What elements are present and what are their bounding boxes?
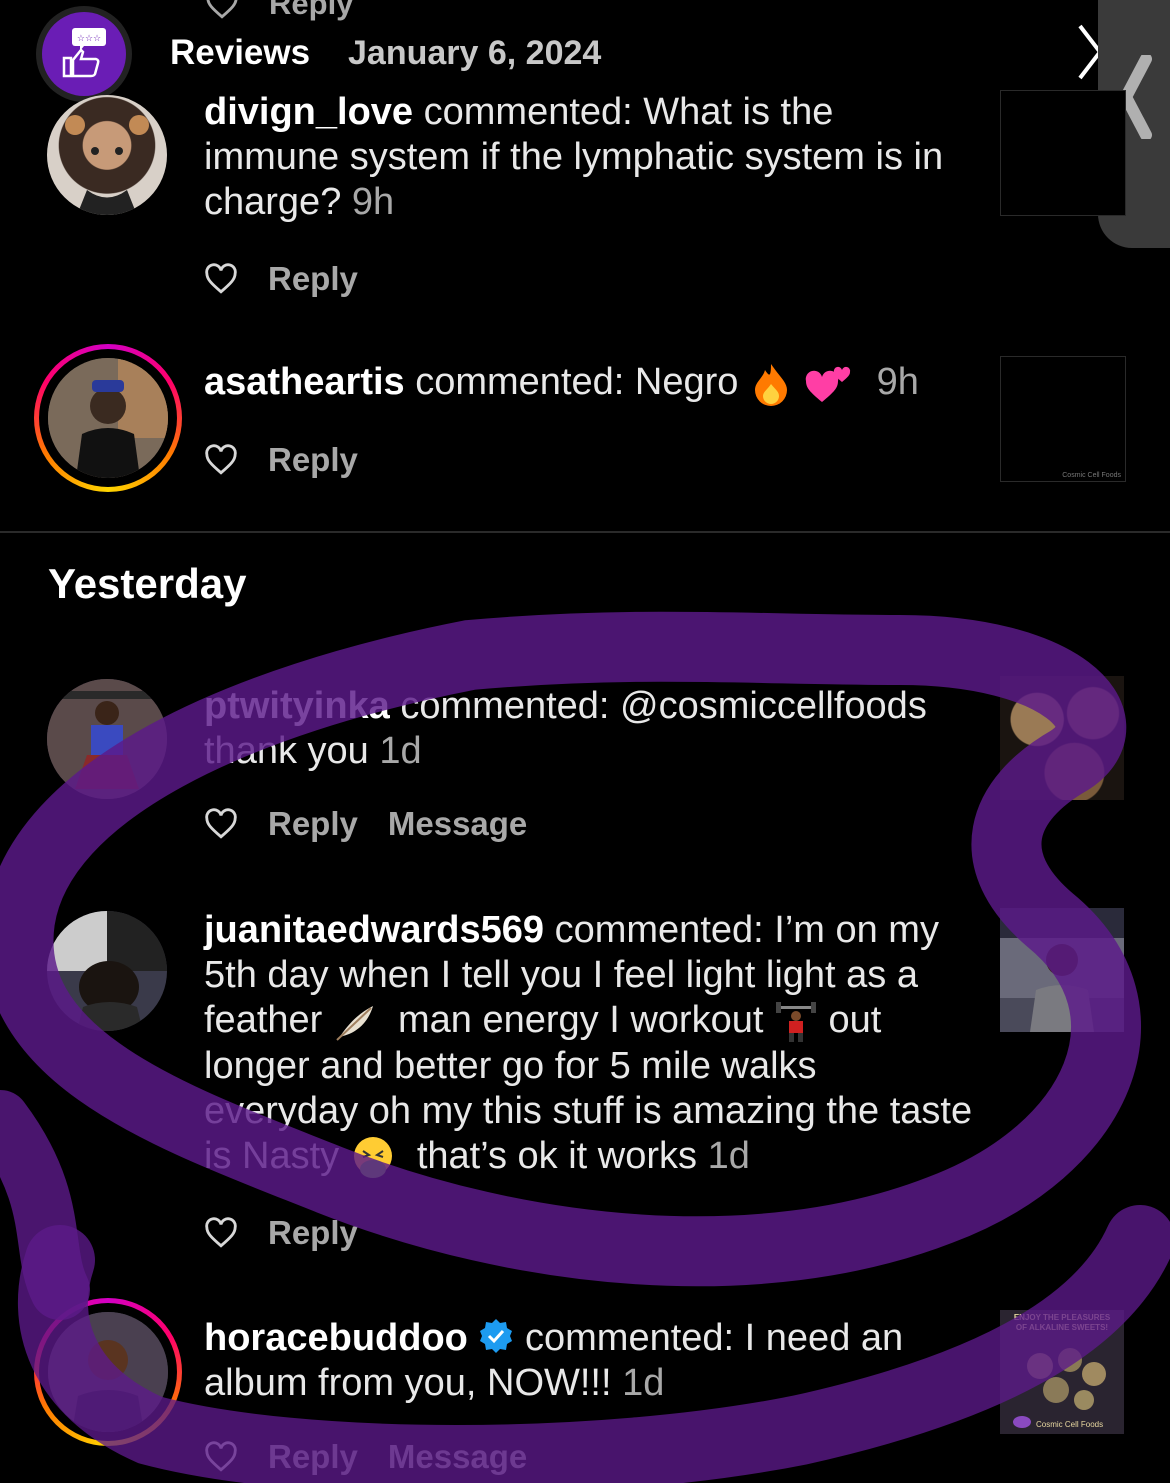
avatar[interactable] bbox=[47, 911, 167, 1031]
message-button[interactable]: Message bbox=[388, 1438, 527, 1476]
feather-emoji-icon bbox=[336, 1005, 373, 1041]
comment-username[interactable]: horacebuddoo bbox=[204, 1317, 468, 1359]
avatar bbox=[48, 358, 168, 478]
comment-text: horacebuddoo commented: I need an album … bbox=[204, 1316, 974, 1406]
comment-text: ptwityinka commented: @cosmiccellfoods t… bbox=[204, 684, 974, 774]
fire-emoji-icon bbox=[754, 363, 787, 406]
avatar bbox=[48, 1312, 168, 1432]
section-divider bbox=[0, 531, 1170, 533]
svg-text:☆☆☆: ☆☆☆ bbox=[77, 34, 101, 44]
avatar[interactable] bbox=[47, 679, 167, 799]
comment-actions: Reply Message bbox=[204, 805, 527, 843]
comment-verb: commented: bbox=[544, 909, 775, 951]
avatar-photo bbox=[65, 115, 149, 215]
reply-button[interactable]: Reply bbox=[268, 260, 358, 298]
comment-username[interactable]: divign_love bbox=[204, 91, 413, 133]
heart-icon[interactable] bbox=[204, 263, 238, 295]
verified-badge-icon bbox=[480, 1319, 513, 1353]
comment-body: Negro bbox=[634, 361, 739, 403]
heart-icon[interactable] bbox=[204, 1441, 238, 1473]
post-thumbnail[interactable] bbox=[1000, 908, 1124, 1032]
comment-actions: Reply Message bbox=[204, 1438, 527, 1476]
comment-time: 1d bbox=[379, 730, 422, 772]
thumbs-up-review-icon: ☆☆☆ bbox=[62, 28, 106, 78]
thumbnail-caption: Cosmic Cell Foods bbox=[1062, 472, 1121, 479]
comment-body: that’s ok it works bbox=[416, 1134, 698, 1177]
weightlifter-emoji-icon bbox=[775, 1001, 816, 1042]
reply-button[interactable]: Reply bbox=[268, 805, 358, 843]
nauseated-face-emoji-icon bbox=[353, 1136, 392, 1178]
thumbnail-photo bbox=[1000, 908, 1124, 1032]
comment-text: juanitaedwards569 commented: I’m on my 5… bbox=[204, 908, 974, 1181]
comment-username[interactable]: juanitaedwards569 bbox=[204, 909, 544, 951]
comment-username[interactable]: ptwityinka bbox=[204, 685, 390, 727]
section-title: Yesterday bbox=[48, 560, 247, 607]
heart-icon[interactable] bbox=[204, 444, 238, 476]
comment-time: 1d bbox=[622, 1362, 665, 1404]
two-hearts-emoji-icon bbox=[805, 366, 850, 402]
story-title: Reviews bbox=[170, 33, 311, 72]
avatar[interactable] bbox=[47, 95, 167, 215]
reply-button[interactable]: Reply bbox=[268, 1214, 358, 1252]
comment-text: divign_love commented: What is the immun… bbox=[204, 90, 974, 225]
avatar-photo bbox=[48, 1312, 168, 1432]
avatar-story-ring[interactable] bbox=[34, 1298, 182, 1446]
reviews-story-avatar[interactable]: ☆☆☆ bbox=[36, 6, 132, 102]
avatar-photo bbox=[48, 358, 168, 478]
comment-verb: commented: bbox=[389, 685, 621, 727]
comment-verb: commented: bbox=[404, 361, 635, 403]
post-thumbnail[interactable] bbox=[1000, 676, 1124, 800]
comment-time: 9h bbox=[876, 361, 919, 403]
post-thumbnail[interactable]: ENJOY THE PLEASURES OF ALKALINE SWEETS! … bbox=[1000, 1310, 1124, 1434]
heart-icon[interactable] bbox=[204, 1217, 238, 1249]
comment-body: man energy I workout bbox=[398, 999, 764, 1041]
reply-button[interactable]: Reply bbox=[268, 441, 358, 479]
comment-verb: commented: bbox=[514, 1317, 745, 1359]
comment-actions: Reply bbox=[204, 1214, 358, 1252]
avatar-photo bbox=[47, 679, 167, 799]
thumbnail-photo bbox=[1013, 1348, 1106, 1428]
message-button[interactable]: Message bbox=[388, 805, 527, 843]
comment-actions: Reply bbox=[204, 260, 358, 298]
story-header: ☆☆☆ Reviews January 6, 2024 bbox=[0, 0, 1170, 102]
story-date: January 6, 2024 bbox=[348, 34, 602, 72]
comment-text: asatheartis commented: Negro 9h bbox=[204, 360, 974, 406]
comment-verb: commented: bbox=[413, 91, 644, 133]
comment-actions: Reply bbox=[204, 441, 358, 479]
avatar-photo bbox=[47, 911, 167, 1031]
comment-username[interactable]: asatheartis bbox=[204, 361, 405, 403]
comment-time: 9h bbox=[351, 181, 395, 223]
avatar-story-ring[interactable] bbox=[34, 344, 182, 492]
post-thumbnail[interactable] bbox=[1000, 90, 1126, 216]
thumbnail-brand: Cosmic Cell Foods bbox=[1036, 1420, 1104, 1429]
post-thumbnail[interactable]: Cosmic Cell Foods bbox=[1000, 356, 1126, 482]
comment-time: 1d bbox=[707, 1134, 750, 1177]
reply-button[interactable]: Reply bbox=[268, 1438, 358, 1476]
heart-icon[interactable] bbox=[204, 808, 238, 840]
